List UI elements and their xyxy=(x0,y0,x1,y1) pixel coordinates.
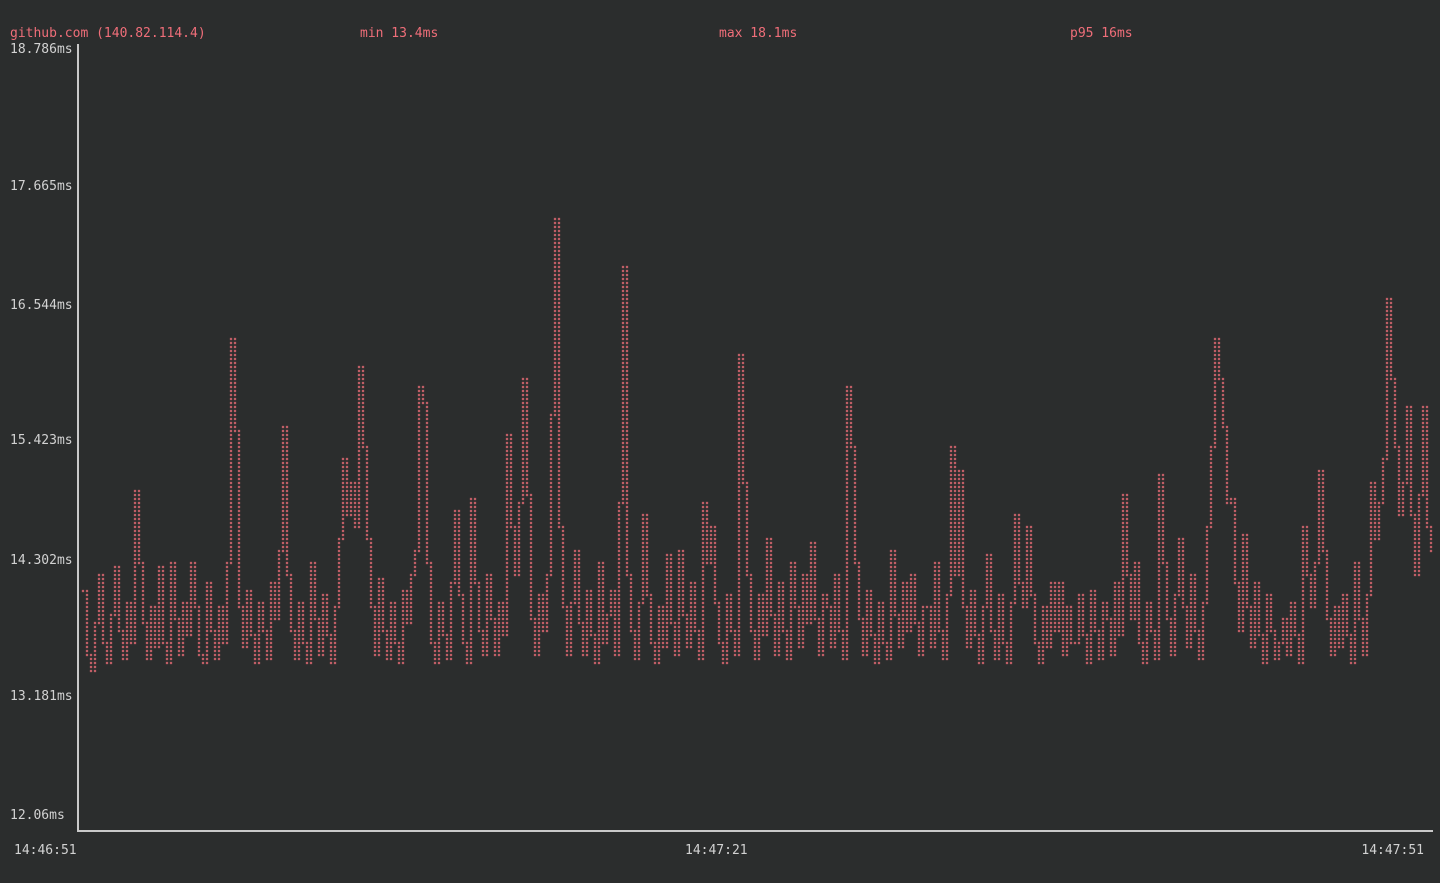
latency-graph-canvas xyxy=(0,0,1440,883)
y-tick-label: 12.06ms xyxy=(10,808,65,823)
x-tick-label: 14:47:21 xyxy=(685,843,748,858)
y-tick-label: 17.665ms xyxy=(10,179,73,194)
x-tick-label: 14:47:51 xyxy=(1361,843,1424,858)
x-tick-label: 14:46:51 xyxy=(14,843,77,858)
target-host-label: github.com (140.82.114.4) xyxy=(10,26,206,41)
y-tick-label: 13.181ms xyxy=(10,689,73,704)
y-tick-label: 14.302ms xyxy=(10,553,73,568)
y-tick-label: 16.544ms xyxy=(10,298,73,313)
y-tick-label: 15.423ms xyxy=(10,433,73,448)
gping-terminal: github.com (140.82.114.4) min 13.4ms max… xyxy=(0,0,1440,883)
y-axis-line xyxy=(77,44,79,832)
stat-min-label: min 13.4ms xyxy=(360,26,438,41)
x-axis-line xyxy=(77,830,1433,832)
y-tick-label: 18.786ms xyxy=(10,42,73,57)
stat-p95-label: p95 16ms xyxy=(1070,26,1133,41)
stat-max-label: max 18.1ms xyxy=(719,26,797,41)
